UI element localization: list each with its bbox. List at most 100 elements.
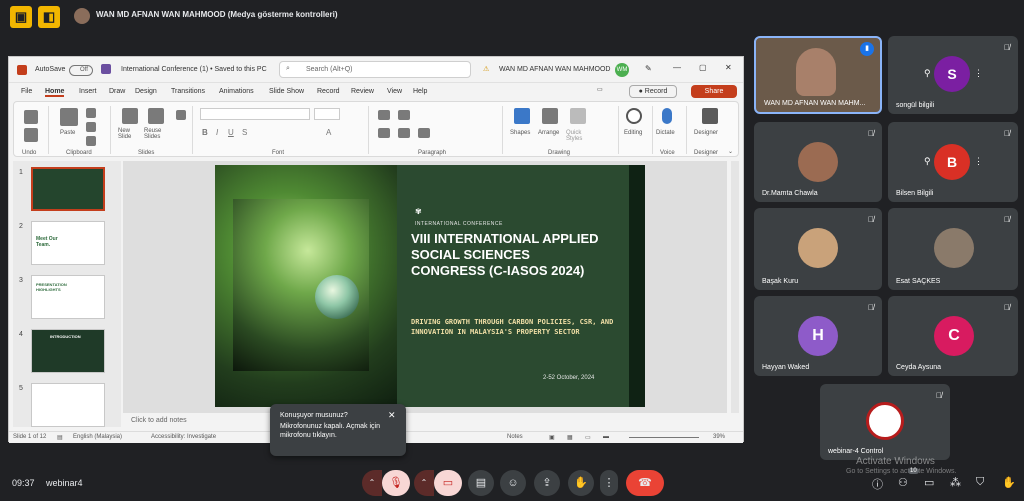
participant-tile-bilsen[interactable]: 🎙̸ B ⚲ ⋮ Bilsen Bilgili bbox=[888, 122, 1018, 202]
host-controls-icon[interactable]: ⛉ bbox=[976, 476, 984, 489]
designer-icon[interactable] bbox=[702, 108, 718, 124]
thumb-slide-4[interactable]: INTRODUCTION bbox=[31, 329, 105, 373]
camera-toggle-button[interactable]: ▭ bbox=[434, 470, 462, 496]
menu-help[interactable]: Help bbox=[413, 88, 427, 95]
raise-hand-button[interactable]: ✋ bbox=[568, 470, 594, 496]
camera-options-chevron[interactable]: ⌃ bbox=[414, 470, 434, 496]
cut-icon[interactable] bbox=[86, 108, 96, 118]
pin-icon[interactable]: ⚲ bbox=[924, 156, 931, 167]
notes-pane[interactable]: Click to add notes bbox=[123, 415, 727, 429]
layout-icon[interactable]: ◧ bbox=[38, 6, 60, 28]
menu-home[interactable]: Home bbox=[45, 88, 65, 97]
shapes-label[interactable]: Shapes bbox=[510, 130, 530, 136]
ribbon-collapse-icon[interactable]: ⌄ bbox=[728, 148, 733, 155]
menu-slideshow[interactable]: Slide Show bbox=[269, 88, 304, 95]
align-right-icon[interactable] bbox=[418, 128, 430, 138]
spelling-icon[interactable]: ▤ bbox=[57, 434, 63, 441]
reuse-slides-label[interactable]: Reuse Slides bbox=[144, 128, 170, 140]
info-icon[interactable]: ⓘ bbox=[872, 476, 883, 492]
restore-icon[interactable]: ▢ bbox=[699, 63, 707, 72]
participant-tile-ceyda[interactable]: 🎙̸ C Ceyda Aysuna bbox=[888, 296, 1018, 376]
thumb-slide-5[interactable] bbox=[31, 383, 105, 427]
participant-tile-presenter[interactable]: ▮ WAN MD AFNAN WAN MAHM... bbox=[754, 36, 882, 114]
menu-animations[interactable]: Animations bbox=[219, 88, 254, 95]
canvas-scrollbar[interactable] bbox=[731, 161, 739, 413]
hand-raised-icon[interactable]: ✋ bbox=[1002, 476, 1016, 489]
notes-toggle[interactable]: Notes bbox=[507, 434, 523, 440]
paste-label[interactable]: Paste bbox=[60, 130, 75, 136]
zoom-slider[interactable] bbox=[629, 437, 699, 438]
chat-icon[interactable]: ▭ bbox=[924, 476, 934, 489]
dictate-icon[interactable] bbox=[662, 108, 672, 124]
new-slide-icon[interactable] bbox=[122, 108, 138, 124]
accessibility-label[interactable]: Accessibility: Investigate bbox=[151, 434, 216, 440]
quick-styles-label[interactable]: Quick Styles bbox=[566, 130, 590, 142]
redo-icon[interactable] bbox=[24, 128, 38, 142]
paste-icon[interactable] bbox=[60, 108, 78, 126]
zoom-level[interactable]: 39% bbox=[713, 434, 725, 440]
format-painter-icon[interactable] bbox=[86, 136, 96, 146]
activities-icon[interactable]: ⁂ bbox=[950, 476, 961, 489]
captions-button[interactable]: ▤ bbox=[468, 470, 494, 496]
pin-icon[interactable]: ⚲ bbox=[924, 68, 931, 79]
search-box[interactable]: ⌕ Search (Alt+Q) bbox=[279, 61, 471, 78]
more-options-icon[interactable]: ⋮ bbox=[974, 156, 983, 167]
record-button[interactable]: ● Record bbox=[629, 85, 677, 98]
bullets-icon[interactable] bbox=[378, 110, 390, 120]
participant-tile-songul[interactable]: 🎙̸ S ⚲ ⋮ songül bilgili bbox=[888, 36, 1018, 114]
bold-icon[interactable]: B bbox=[202, 128, 208, 137]
doc-title[interactable]: International Conference (1) • Saved to … bbox=[121, 66, 267, 73]
menu-transitions[interactable]: Transitions bbox=[171, 88, 205, 95]
normal-view-icon[interactable]: ▣ bbox=[549, 434, 555, 441]
align-center-icon[interactable] bbox=[398, 128, 410, 138]
participant-tile-webinar-control[interactable]: 🎙̸ webinar-4 Control bbox=[820, 384, 950, 460]
font-family-select[interactable] bbox=[200, 108, 310, 120]
editing-label[interactable]: Editing bbox=[624, 130, 642, 136]
minimize-icon[interactable]: — bbox=[673, 63, 681, 72]
slideshow-view-icon[interactable]: ▬ bbox=[603, 434, 609, 440]
italic-icon[interactable]: I bbox=[216, 128, 218, 137]
menu-view[interactable]: View bbox=[387, 88, 402, 95]
thumb-slide-2[interactable]: Meet Our Team. bbox=[31, 221, 105, 265]
find-icon[interactable] bbox=[626, 108, 642, 124]
menu-draw[interactable]: Draw bbox=[109, 88, 125, 95]
slide-layout-icon[interactable] bbox=[176, 110, 186, 120]
toast-close-button[interactable]: ✕ bbox=[388, 410, 396, 421]
leave-call-button[interactable]: ☎ bbox=[626, 470, 664, 496]
strikethrough-icon[interactable]: S bbox=[242, 128, 247, 137]
user-initials-avatar[interactable]: WM bbox=[615, 63, 629, 77]
menu-review[interactable]: Review bbox=[351, 88, 374, 95]
copy-icon[interactable] bbox=[86, 122, 96, 132]
menu-record[interactable]: Record bbox=[317, 88, 340, 95]
undo-icon[interactable] bbox=[24, 110, 38, 124]
language-label[interactable]: English (Malaysia) bbox=[73, 434, 122, 440]
new-slide-label[interactable]: New Slide bbox=[118, 128, 142, 140]
present-button[interactable]: ⇪ bbox=[534, 470, 560, 496]
mic-options-chevron[interactable]: ⌃ bbox=[362, 470, 382, 496]
designer-label[interactable]: Designer bbox=[694, 130, 718, 136]
share-button[interactable]: Share bbox=[691, 85, 737, 98]
reuse-slides-icon[interactable] bbox=[148, 108, 164, 124]
comments-icon[interactable]: ▭ bbox=[597, 86, 603, 93]
save-icon[interactable] bbox=[101, 64, 111, 74]
thumb-slide-3[interactable]: PRESENTATION HIGHLIGHTS bbox=[31, 275, 105, 319]
menu-insert[interactable]: Insert bbox=[79, 88, 97, 95]
more-options-button[interactable]: ⋮ bbox=[600, 470, 618, 496]
arrange-label[interactable]: Arrange bbox=[538, 130, 559, 136]
shapes-icon[interactable] bbox=[514, 108, 530, 124]
quick-styles-icon[interactable] bbox=[570, 108, 586, 124]
present-icon[interactable]: ▣ bbox=[10, 6, 32, 28]
font-size-select[interactable] bbox=[314, 108, 340, 120]
underline-icon[interactable]: U bbox=[228, 128, 234, 137]
thumb-slide-1[interactable] bbox=[31, 167, 105, 211]
emoji-button[interactable]: ☺ bbox=[500, 470, 526, 496]
menu-design[interactable]: Design bbox=[135, 88, 157, 95]
arrange-icon[interactable] bbox=[542, 108, 558, 124]
slide-sorter-icon[interactable]: ▦ bbox=[567, 434, 573, 441]
menu-file[interactable]: File bbox=[21, 88, 32, 95]
numbering-icon[interactable] bbox=[398, 110, 410, 120]
autosave-toggle[interactable]: Off bbox=[69, 65, 93, 76]
participant-tile-hayyan[interactable]: 🎙̸ H Hayyan Waked bbox=[754, 296, 882, 376]
reading-view-icon[interactable]: ▭ bbox=[585, 434, 591, 441]
dictate-label[interactable]: Dictate bbox=[656, 130, 675, 136]
